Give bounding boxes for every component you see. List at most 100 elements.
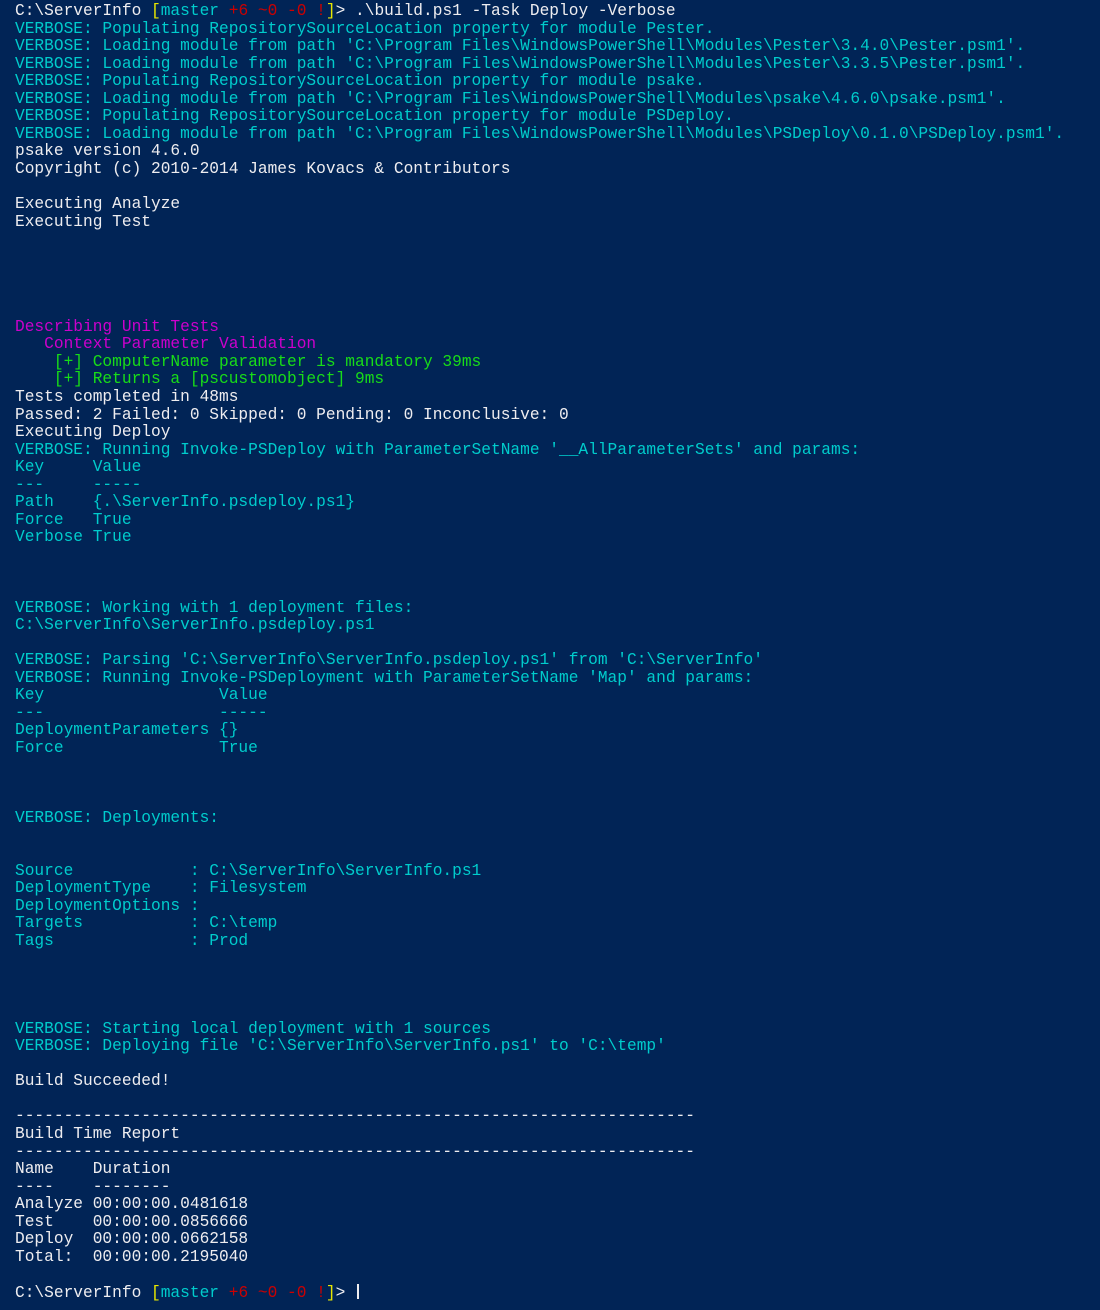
console-line: VERBOSE: Loading module from path 'C:\Pr…	[15, 125, 1100, 144]
console-text: Context Parameter Validation	[15, 335, 317, 354]
text-cursor[interactable]	[357, 1283, 360, 1299]
console-text: Force True	[15, 738, 258, 757]
console-line: Targets : C:\temp	[15, 915, 1100, 933]
console-line: --- -----	[15, 703, 1100, 723]
console-text: >	[335, 1283, 356, 1302]
console-text: VERBOSE: Working with 1 deployment files…	[15, 598, 414, 617]
console-text: Executing Analyze	[15, 195, 181, 214]
console-line: VERBOSE: Running Invoke-PSDeploy with Pa…	[15, 440, 1100, 460]
console-line: Describing Unit Tests	[15, 318, 1100, 337]
console-text: C:\ServerInfo\ServerInfo.psdeploy.ps1	[15, 616, 375, 635]
console-text: ---- --------	[15, 1177, 171, 1196]
console-text: VERBOSE: Loading module from path 'C:\Pr…	[15, 54, 1026, 73]
console-line: ---- --------	[15, 1177, 1100, 1197]
console-text: ----------------------------------------…	[15, 1107, 695, 1126]
console-text: Analyze 00:00:00.0481618	[15, 1195, 249, 1214]
console-line: VERBOSE: Loading module from path 'C:\Pr…	[15, 37, 1100, 56]
console-line: Force True	[15, 738, 1100, 758]
console-text: > .\build.ps1 -Task Deploy -Verbose	[335, 2, 676, 20]
console-text: ]	[325, 1283, 336, 1302]
console-line: VERBOSE: Running Invoke-PSDeployment wit…	[15, 668, 1100, 688]
console-text: VERBOSE: Parsing 'C:\ServerInfo\ServerIn…	[15, 651, 763, 670]
console-line: VERBOSE: Working with 1 deployment files…	[15, 598, 1100, 618]
console-text: VERBOSE: Deploying file 'C:\ServerInfo\S…	[15, 1037, 666, 1056]
console-text: VERBOSE: Starting local deployment with …	[15, 1019, 491, 1038]
console-text: VERBOSE: Loading module from path 'C:\Pr…	[15, 89, 1006, 108]
console-line: [+] ComputerName parameter is mandatory …	[15, 352, 1100, 372]
console-line: Build Time Report	[15, 1125, 1100, 1144]
console-line: Test 00:00:00.0856666	[15, 1213, 1100, 1232]
console-text: Source : C:\ServerInfo\ServerInfo.ps1	[15, 861, 482, 880]
console-line: Key Value	[15, 687, 1100, 705]
console-text: master	[160, 1283, 220, 1302]
console-line: Build Succeeded!	[15, 1073, 1100, 1091]
console-line: Path {.\ServerInfo.psdeploy.ps1}	[15, 494, 1100, 512]
console-line: VERBOSE: Loading module from path 'C:\Pr…	[15, 54, 1100, 74]
console-line: VERBOSE: Deploying file 'C:\ServerInfo\S…	[15, 1037, 1100, 1056]
console-text: Path {.\ServerInfo.psdeploy.ps1}	[15, 493, 355, 512]
console-line: Executing Analyze	[15, 195, 1100, 214]
console-text: [+] ComputerName parameter is mandatory …	[15, 352, 482, 371]
console-text: Passed: 2 Failed: 0 Skipped: 0 Pending: …	[15, 405, 569, 424]
console-text: ]	[325, 2, 336, 20]
console-line: VERBOSE: Starting local deployment with …	[15, 1019, 1100, 1039]
console-text: Name Duration	[15, 1160, 171, 1179]
console-line: ----------------------------------------…	[15, 1142, 1100, 1162]
console-text: Key Value	[15, 458, 142, 477]
console-text: Force True	[15, 510, 132, 529]
console-line: Executing Deploy	[15, 423, 1100, 442]
console-line: DeploymentParameters {}	[15, 722, 1100, 740]
console-line: C:\ServerInfo [master +6 ~0 -0 !]> .\bui…	[15, 2, 1100, 21]
console-line: Analyze 00:00:00.0481618	[15, 1195, 1100, 1214]
console-text: +6 ~0 -0 !	[219, 2, 326, 20]
console-text: VERBOSE: Running Invoke-PSDeployment wit…	[15, 668, 754, 687]
console-line: psake version 4.6.0	[15, 143, 1100, 161]
console-text: Executing Test	[15, 212, 151, 231]
console-text: C:\ServerInfo	[15, 1283, 151, 1302]
console-text: psake version 4.6.0	[15, 142, 200, 161]
console-text: Targets : C:\temp	[15, 914, 278, 933]
console-text: VERBOSE: Loading module from path 'C:\Pr…	[15, 37, 1026, 56]
console-line: VERBOSE: Parsing 'C:\ServerInfo\ServerIn…	[15, 651, 1100, 670]
console-text: Build Time Report	[15, 1125, 181, 1143]
console-line: VERBOSE: Loading module from path 'C:\Pr…	[15, 89, 1100, 109]
console-text: Key Value	[15, 686, 268, 705]
console-text: Build Succeeded!	[15, 1072, 171, 1091]
console-line: Passed: 2 Failed: 0 Skipped: 0 Pending: …	[15, 405, 1100, 425]
console-text: C:\ServerInfo	[15, 2, 151, 20]
console-text: +6 ~0 -0 !	[219, 1283, 326, 1302]
console-text: --- -----	[15, 703, 268, 722]
console-text: DeploymentOptions :	[15, 896, 200, 915]
console-line: VERBOSE: Populating RepositorySourceLoca…	[15, 72, 1100, 91]
console-text: VERBOSE: Populating RepositorySourceLoca…	[15, 72, 705, 91]
console-text: --- -----	[15, 475, 142, 494]
console-text: Total: 00:00:00.2195040	[15, 1247, 249, 1266]
powershell-console[interactable]: C:\ServerInfo [master +6 ~0 -0 !]> .\bui…	[15, 2, 1100, 1302]
console-text: DeploymentType : Filesystem	[15, 879, 307, 898]
console-line: ----------------------------------------…	[15, 1108, 1100, 1126]
console-text: VERBOSE: Running Invoke-PSDeploy with Pa…	[15, 440, 861, 459]
console-text: Verbose True	[15, 528, 132, 547]
console-text: [+] Returns a [pscustomobject] 9ms	[15, 370, 385, 389]
console-text: Tests completed in 48ms	[15, 388, 239, 407]
console-text: ----------------------------------------…	[15, 1142, 695, 1161]
console-text: Executing Deploy	[15, 423, 171, 442]
console-line: Source : C:\ServerInfo\ServerInfo.ps1	[15, 861, 1100, 881]
console-text: VERBOSE: Populating RepositorySourceLoca…	[15, 107, 734, 126]
console-line: DeploymentType : Filesystem	[15, 880, 1100, 898]
